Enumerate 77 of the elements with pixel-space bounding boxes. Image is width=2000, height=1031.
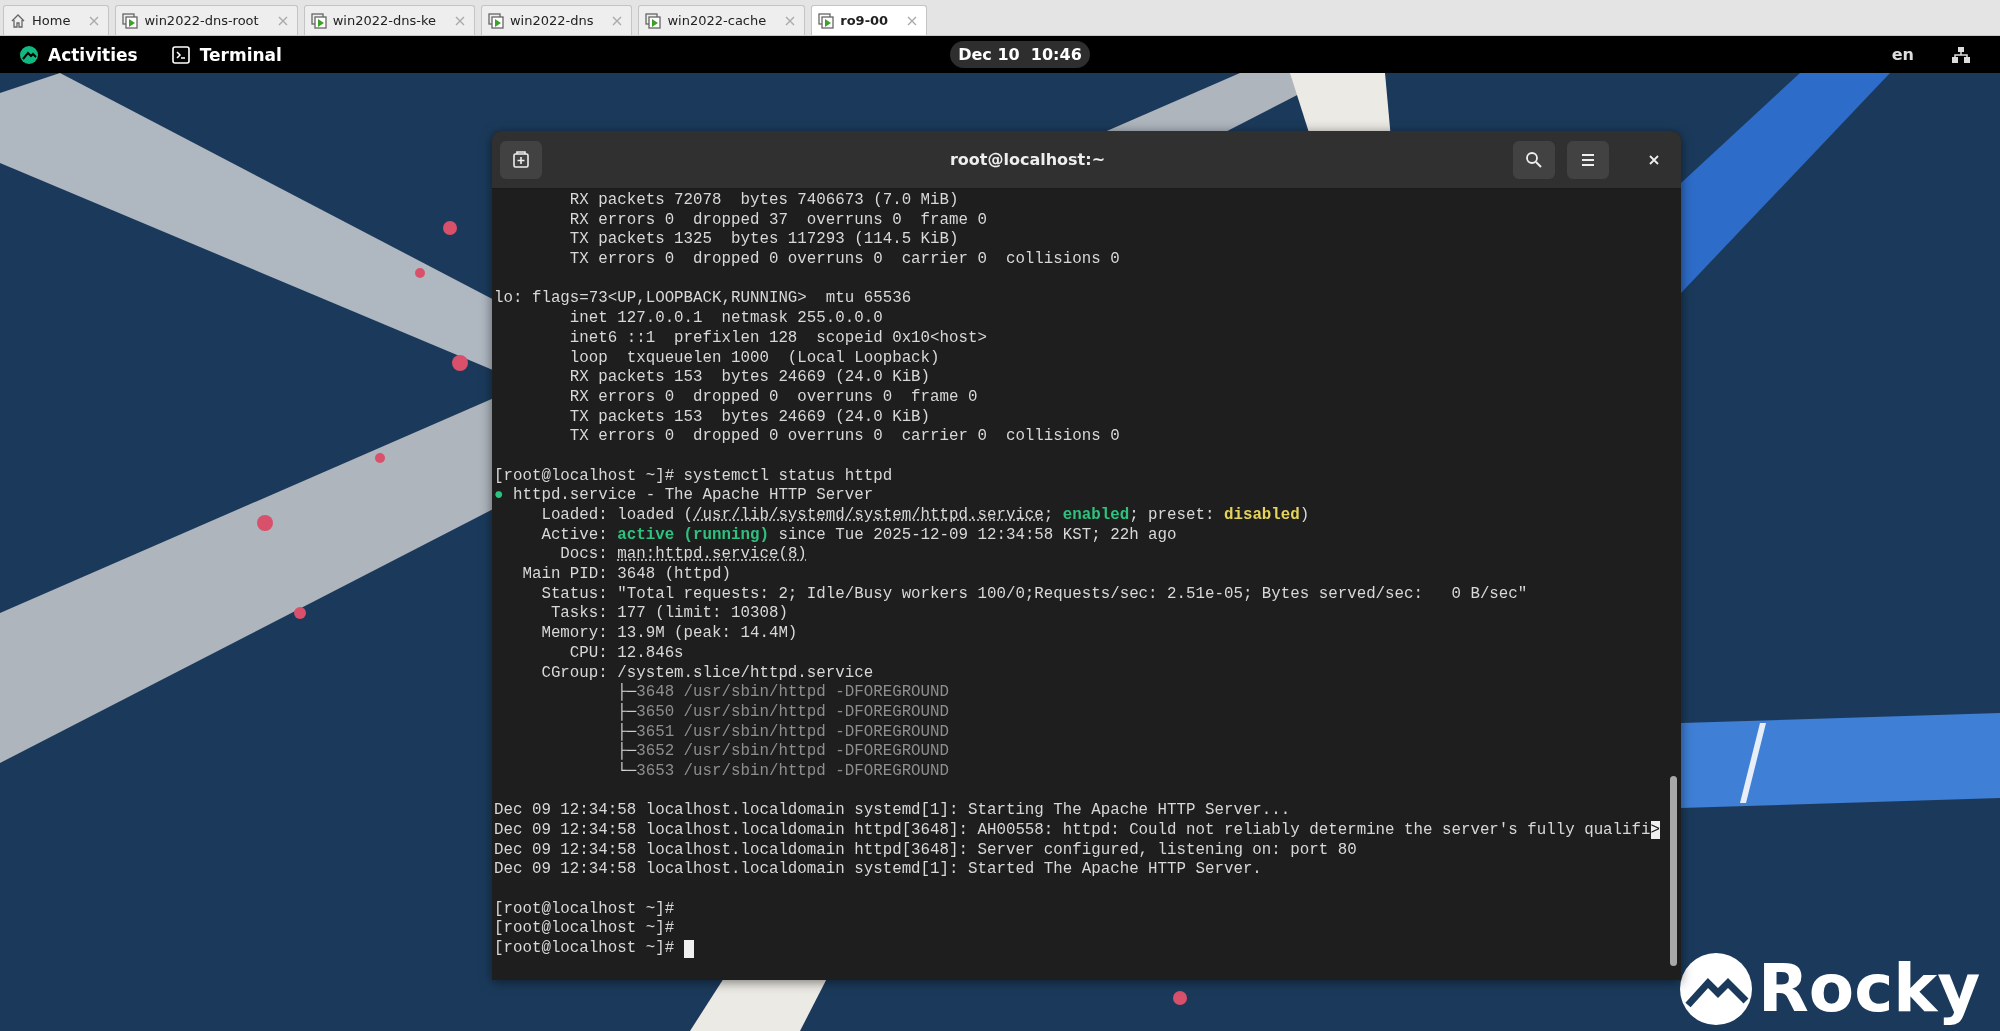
virtual-machine-icon [487,12,504,29]
terminal-line: Active: active (running) since Tue 2025-12-09 12:34:58 KST; 22h ago [540,525,1177,546]
tab-label: Home [32,13,71,28]
app-name: Terminal [199,44,282,65]
terminal-line: [root@localhost ~]# [494,939,675,959]
terminal-line: RX errors 0 dropped 0 overruns 0 frame 0 [568,387,978,408]
terminal-line: Main PID: 3648 (httpd) [521,565,731,585]
scrollbar-thumb[interactable] [1670,776,1677,966]
terminal-line: Docs: man:httpd.service(8) [559,545,807,566]
browser-tab[interactable]: win2022-dns-root [115,5,298,35]
terminal-icon [171,45,190,64]
terminal-line: ● httpd.service - The Apache HTTP Server [494,486,874,506]
close-icon[interactable] [276,14,289,27]
terminal-line: └─3653 /usr/sbin/httpd -DFOREGROUND [616,761,950,782]
close-icon[interactable] [611,14,624,27]
terminal-line: Dec 09 12:34:58 localhost.localdomain httpd[3648]: Server configured, listening on: port 80 [494,840,1357,861]
virtual-machine-icon [310,12,327,29]
terminal-line: lo: flags=73<UP,LOOPBACK,RUNNING> mtu 65536 [494,289,912,310]
terminal-line: TX packets 153 bytes 24669 (24.0 KiB) [568,407,931,428]
terminal-line: RX packets 72078 bytes 7406673 (7.0 MiB) [568,191,959,211]
tab-label: win2022-cache [667,13,767,28]
close-icon[interactable] [906,14,919,27]
menu-button[interactable] [1567,140,1609,179]
terminal-line: Memory: 13.9M (peak: 14.4M) [540,624,798,644]
terminal-line: inet6 ::1 prefixlen 128 scopeid 0x10<host> [568,328,987,349]
terminal-line: [root@localhost ~]# [494,899,675,920]
activities-button[interactable]: Activities [20,44,138,65]
virtual-machine-icon [645,12,662,29]
terminal-line: ├─3651 /usr/sbin/httpd -DFOREGROUND [616,722,950,742]
terminal-line: TX errors 0 dropped 0 overruns 0 carrier 0 collisions 0 [568,427,1120,447]
browser-tab[interactable]: ro9-00 [811,5,928,35]
logo-icon [20,45,38,64]
terminal-line: Status: "Total requests: 2; Idle/Busy workers 100/0;Requests/sec: 2.51e-05; Bytes served/sec: 0 B/sec" [540,584,1528,605]
activities-label: Activities [48,44,138,65]
browser-tab[interactable]: Home [3,5,110,35]
browser-tab[interactable]: win2022-dns-ke [303,5,475,35]
close-icon[interactable] [453,14,466,27]
close-icon[interactable] [784,14,797,27]
terminal-line: Dec 09 12:34:58 localhost.localdomain httpd[3648]: AH00558: httpd: Could not reliably determine the server's fully qualifi> [494,821,1660,841]
terminal-line: [root@localhost ~]# systemctl status httpd [494,466,893,487]
terminal-line: RX errors 0 dropped 37 overruns 0 frame 0 [568,210,987,231]
new-tab-button[interactable] [500,140,542,179]
terminal-line: inet 127.0.0.1 netmask 255.0.0.0 [568,309,883,329]
new-tab-icon [512,150,530,169]
terminal-line: [root@localhost ~]# [494,919,675,940]
terminal-line: TX packets 1325 bytes 117293 (114.5 KiB) [568,230,959,251]
language-indicator[interactable]: en [1891,45,1914,64]
terminal-line: CPU: 12.846s [568,643,684,664]
search-icon [1525,150,1543,169]
browser-tab[interactable]: win2022-cache [638,5,806,35]
network-icon[interactable] [1952,46,1970,63]
home-icon [10,12,26,29]
terminal-line: TX errors 0 dropped 0 overruns 0 carrier 0 collisions 0 [568,250,1120,270]
close-icon [1647,152,1661,167]
terminal-line: ├─3650 /usr/sbin/httpd -DFOREGROUND [616,702,950,723]
tab-label: win2022-dns-root [144,13,259,28]
app-menu[interactable]: Terminal [171,44,282,65]
virtual-machine-icon [818,12,835,29]
logo-icon [1680,953,1752,1025]
terminal-line: loop txqueuelen 1000 (Local Loopback) [568,348,940,369]
search-button[interactable] [1513,140,1555,179]
terminal-line: Dec 09 12:34:58 localhost.localdomain systemd[1]: Starting The Apache HTTP Server... [494,801,1291,821]
tab-label: win2022-dns-ke [332,13,436,28]
terminal-line: RX packets 153 bytes 24669 (24.0 KiB) [568,368,931,388]
tab-label: win2022-dns [509,13,594,28]
virtual-machine-icon [122,12,139,29]
window-title: root@localhost:~ [948,150,1107,169]
terminal-line: Dec 09 12:34:58 localhost.localdomain systemd[1]: Started The Apache HTTP Server. [494,860,1262,881]
terminal-line: Loaded: loaded (/usr/lib/systemd/system/httpd.service; enabled; preset: disabled) [540,506,1310,526]
browser-tab[interactable]: win2022-dns [480,5,633,35]
terminal-line: CGroup: /system.slice/httpd.service [540,663,874,683]
terminal-line: ├─3648 /usr/sbin/httpd -DFOREGROUND [616,683,950,703]
clock-button[interactable]: Dec 10 10:46 [950,41,1090,68]
close-icon[interactable] [88,14,101,27]
tab-label: ro9-00 [840,13,889,28]
terminal-line: ├─3652 /usr/sbin/httpd -DFOREGROUND [616,742,950,762]
terminal-line: Tasks: 177 (limit: 10308) [549,604,788,625]
